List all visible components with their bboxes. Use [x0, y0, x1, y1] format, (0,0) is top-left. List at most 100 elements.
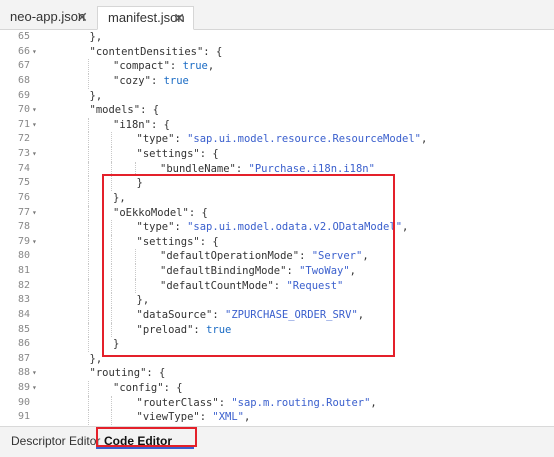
- code-text: "compact": true,: [113, 59, 214, 74]
- json-key: "routing": [89, 367, 147, 380]
- code-line[interactable]: 66 ▾ "contentDensities": {: [0, 45, 554, 60]
- json-key: "i18n": [113, 118, 151, 131]
- json-key: "bundleName": [160, 162, 236, 175]
- line-number: 79: [17, 235, 30, 247]
- tab-manifest-json[interactable]: manifest.json ✕: [97, 6, 194, 30]
- fold-toggle-icon[interactable]: ▾: [32, 103, 40, 118]
- line-number: 65: [17, 31, 30, 42]
- json-key: "contentDensities": [89, 45, 204, 58]
- indent-guide: [87, 322, 89, 338]
- code-line[interactable]: 90 "routerClass": "sap.m.routing.Router",: [0, 395, 554, 411]
- fold-toggle-icon[interactable]: ▾: [32, 206, 40, 221]
- editor-tab-bar: neo-app.json ✕ manifest.json ✕: [0, 0, 554, 30]
- indent-guide: [87, 59, 89, 74]
- json-key: "routerClass": [136, 396, 219, 409]
- code-text: "contentDensities": {: [90, 45, 223, 60]
- fold-toggle-icon[interactable]: ▾: [32, 147, 40, 162]
- code-text: },: [90, 30, 103, 45]
- indent-guide: [87, 176, 89, 191]
- code-text: },: [90, 352, 103, 367]
- json-punctuation: : {: [146, 367, 166, 380]
- line-number: 91: [17, 411, 30, 423]
- close-icon[interactable]: ✕: [76, 6, 88, 28]
- indent-guide: [87, 293, 89, 308]
- line-number: 81: [17, 265, 30, 277]
- json-punctuation: ,: [207, 60, 215, 73]
- fold-toggle-icon[interactable]: ▾: [32, 366, 40, 381]
- code-line[interactable]: 69},: [0, 89, 554, 104]
- code-text: },: [90, 89, 103, 104]
- code-line[interactable]: 71 ▾ "i18n": {: [0, 117, 554, 133]
- indent-guide: [87, 117, 89, 133]
- line-number: 77: [17, 206, 30, 218]
- json-string: "XML": [212, 411, 244, 424]
- tab-neo-app-json[interactable]: neo-app.json ✕: [0, 6, 96, 30]
- code-text: "cozy": true: [113, 74, 189, 89]
- line-number: 90: [17, 396, 30, 408]
- json-key: "config": [113, 382, 164, 395]
- tab-descriptor-editor[interactable]: Descriptor Editor: [11, 431, 100, 451]
- code-line[interactable]: 65},: [0, 30, 554, 45]
- indent-guide: [87, 278, 89, 294]
- json-punctuation: },: [89, 31, 103, 43]
- line-number: 88: [17, 367, 30, 379]
- code-line[interactable]: 72 "type": "sap.ui.model.resource.Resourc…: [0, 132, 554, 148]
- indent-guide: [111, 132, 112, 148]
- json-key: "viewType": [136, 411, 200, 424]
- code-text: "type": "sap.ui.model.resource.ResourceM…: [137, 132, 428, 147]
- json-punctuation: :: [150, 74, 164, 87]
- code-line[interactable]: 70 ▾ "models": {: [0, 103, 554, 118]
- json-string: "sap.m.routing.Router": [231, 396, 371, 409]
- fold-toggle-icon[interactable]: ▾: [32, 381, 40, 396]
- line-number: 80: [17, 250, 30, 262]
- line-number: 86: [17, 338, 30, 350]
- indent-guide: [87, 234, 89, 250]
- line-number: 84: [17, 308, 30, 320]
- indent-guide: [87, 395, 89, 411]
- code-line[interactable]: 73 ▾ "settings": {: [0, 147, 554, 162]
- fold-toggle-icon[interactable]: ▾: [32, 235, 40, 250]
- line-number: 89: [17, 382, 30, 394]
- json-punctuation: : {: [140, 104, 160, 117]
- code-line[interactable]: 68 "cozy": true: [0, 73, 554, 89]
- tab-label: neo-app.json: [10, 9, 86, 24]
- line-number: 73: [17, 148, 30, 160]
- indent-guide: [87, 307, 89, 323]
- fold-toggle-icon[interactable]: ▾: [32, 45, 40, 60]
- json-literal: true: [163, 74, 189, 87]
- close-icon[interactable]: ✕: [173, 7, 185, 29]
- code-text: "i18n": {: [113, 118, 170, 133]
- json-punctuation: ,: [243, 411, 251, 424]
- highlight-box-oekkomodel: [102, 174, 395, 357]
- indent-guide: [87, 73, 89, 89]
- line-number: 69: [17, 89, 30, 101]
- indent-guide: [111, 395, 112, 411]
- json-literal: true: [182, 60, 208, 73]
- json-punctuation: },: [89, 352, 103, 365]
- indent-guide: [87, 264, 89, 279]
- json-punctuation: ,: [370, 396, 377, 409]
- code-line[interactable]: 91 "viewType": "XML",: [0, 410, 554, 425]
- line-number: 68: [17, 74, 30, 86]
- line-number: 83: [17, 294, 30, 306]
- indent-guide: [87, 132, 89, 148]
- line-number: 74: [17, 162, 30, 174]
- code-line[interactable]: 67 "compact": true,: [0, 59, 554, 74]
- fold-toggle-icon[interactable]: ▾: [32, 118, 40, 133]
- json-punctuation: : {: [203, 45, 223, 58]
- code-text: "viewType": "XML",: [137, 410, 251, 425]
- indent-guide: [87, 147, 89, 162]
- code-line[interactable]: 88 ▾ "routing": {: [0, 366, 554, 381]
- indent-guide: [87, 220, 89, 235]
- json-punctuation: :: [235, 162, 249, 175]
- indent-guide: [87, 161, 89, 177]
- indent-guide: [87, 410, 89, 425]
- line-number: 75: [17, 177, 30, 189]
- indent-guide: [87, 205, 89, 221]
- json-string: "Purchase.i18n.i18n": [248, 162, 375, 175]
- json-punctuation: : {: [163, 382, 183, 395]
- indent-guide: [87, 190, 89, 206]
- line-number: 76: [17, 191, 30, 203]
- indent-guide: [111, 147, 112, 162]
- code-line[interactable]: 89 ▾ "config": {: [0, 381, 554, 396]
